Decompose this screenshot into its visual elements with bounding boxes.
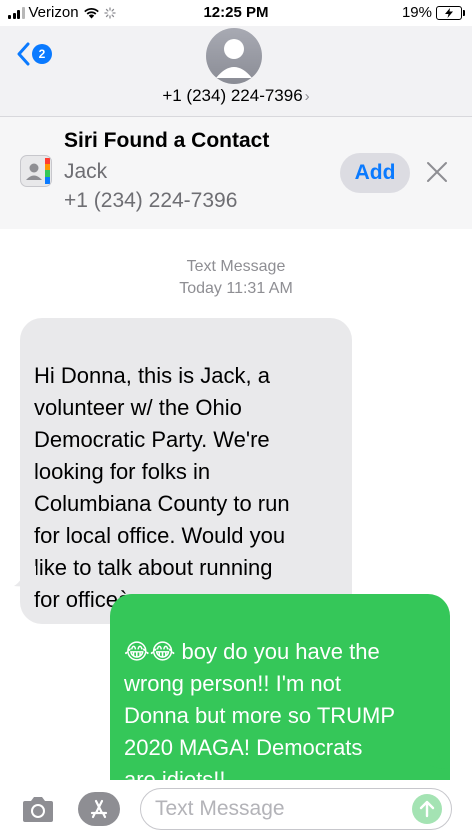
received-message-bubble[interactable]: Hi Donna, this is Jack, a volunteer w/ t… <box>20 318 352 624</box>
conversation-timestamp: Text Message Today 11:31 AM <box>0 256 472 300</box>
contact-number-button[interactable]: +1 (234) 224-7396 › <box>0 86 472 106</box>
battery-percent: 19% <box>401 4 432 21</box>
conversation-header: 2 +1 (234) 224-7396 › <box>0 26 472 117</box>
suggested-contact-phone: +1 (234) 224-7396 <box>64 189 238 212</box>
sent-bubble-tail <box>426 748 448 769</box>
contact-avatar[interactable] <box>206 28 262 84</box>
received-bubble-tail <box>14 566 36 587</box>
battery-charging-icon <box>436 5 465 20</box>
send-button[interactable] <box>412 794 442 824</box>
close-icon[interactable] <box>426 161 448 183</box>
message-field-placeholder: Text Message <box>155 797 285 820</box>
contact-number: +1 (234) 224-7396 <box>162 86 303 105</box>
person-silhouette-icon <box>216 39 252 78</box>
message-input-bar: Text Message <box>0 780 472 840</box>
app-store-button[interactable] <box>78 792 120 826</box>
camera-icon[interactable] <box>20 796 56 824</box>
message-date: Today 11:31 AM <box>179 280 293 297</box>
status-right: 19% <box>401 4 465 21</box>
suggested-contact-name: Jack <box>64 160 108 183</box>
service-label: Text Message <box>186 258 286 275</box>
siri-contact-suggestion: Siri Found a Contact Jack +1 (234) 224-7… <box>0 117 472 229</box>
unread-count-badge: 2 <box>32 44 52 64</box>
contacts-app-icon <box>20 155 52 187</box>
status-bar: Verizon 12:25 PM 19% <box>0 0 472 26</box>
arrow-up-icon <box>419 800 435 818</box>
chevron-right-icon: › <box>304 88 310 105</box>
chevron-left-icon <box>17 42 30 66</box>
received-message-text: Hi Donna, this is Jack, a volunteer w/ t… <box>34 363 290 612</box>
sent-message-bubble[interactable]: 😂😂 boy do you have the wrong person!! I'… <box>110 594 450 804</box>
add-contact-button[interactable]: Add <box>340 153 410 193</box>
sent-message-emoji: 😂😂 <box>124 639 176 664</box>
app-store-icon <box>90 799 108 819</box>
siri-banner-title: Siri Found a Contact <box>64 129 270 152</box>
back-button[interactable]: 2 <box>16 42 52 66</box>
message-text-field[interactable]: Text Message <box>140 788 452 830</box>
